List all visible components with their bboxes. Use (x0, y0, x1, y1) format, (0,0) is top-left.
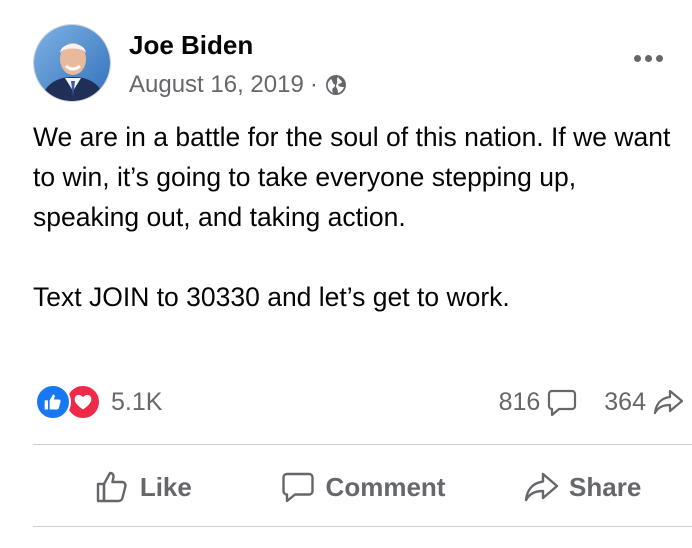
post-paragraph: Text JOIN to 30330 and let’s get to work… (33, 282, 510, 312)
facebook-post: Joe Biden August 16, 2019 · We are in a … (0, 0, 692, 548)
more-options-icon[interactable] (634, 48, 670, 68)
thumbs-up-icon (96, 471, 127, 503)
divider (33, 444, 692, 445)
shares-stat[interactable]: 364 (604, 386, 684, 418)
share-icon (524, 472, 559, 502)
post-actions: Like Comment Share (33, 448, 692, 526)
author-name[interactable]: Joe Biden (129, 30, 253, 61)
reactions-count: 5.1K (111, 387, 163, 416)
more-dot (645, 54, 652, 62)
avatar-image (34, 25, 110, 101)
post-paragraph: We are in a battle for the soul of this … (33, 122, 671, 232)
share-button[interactable]: Share (472, 448, 692, 526)
post-meta: August 16, 2019 · (129, 71, 348, 99)
comments-stat[interactable]: 816 (499, 386, 579, 418)
reactions-summary[interactable]: 5.1K (35, 384, 162, 420)
like-label: Like (139, 471, 192, 502)
post-body: We are in a battle for the soul of this … (33, 117, 673, 317)
more-dot (656, 54, 663, 62)
cropped-text-fragment (450, 542, 650, 548)
share-label: Share (569, 471, 642, 502)
avatar[interactable] (33, 24, 111, 102)
share-arrow-icon (653, 389, 684, 415)
comment-button[interactable]: Comment (253, 448, 473, 526)
comments-count: 816 (498, 387, 541, 416)
more-dot (634, 54, 641, 62)
post-stats: 816 364 (499, 386, 684, 418)
globe-icon[interactable] (324, 73, 348, 97)
post-date[interactable]: August 16, 2019 (129, 71, 304, 99)
comment-icon (281, 472, 314, 503)
like-button[interactable]: Like (33, 448, 253, 526)
comment-bubble-icon (548, 389, 577, 417)
shares-count: 364 (604, 387, 646, 416)
divider (33, 526, 692, 527)
meta-separator: · (309, 71, 318, 98)
like-reaction-icon (35, 384, 71, 420)
comment-label: Comment (325, 471, 446, 502)
